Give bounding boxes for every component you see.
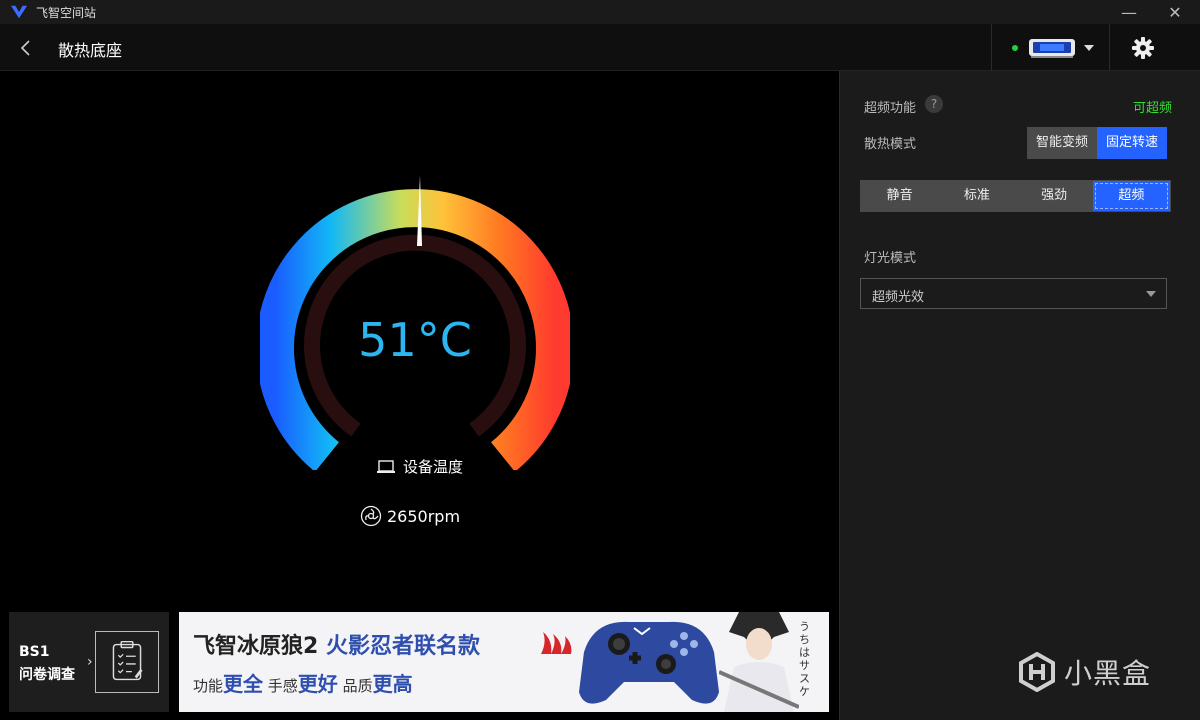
page-title: 散热底座: [58, 41, 123, 60]
banner-headline: 飞智冰原狼2 火影忍者联名款: [193, 628, 480, 660]
preset-strong[interactable]: 强劲: [1016, 181, 1093, 211]
back-button[interactable]: [14, 36, 38, 60]
gamepad-product-image: [579, 621, 719, 704]
preset-silent[interactable]: 静音: [861, 181, 938, 211]
preset-overclock[interactable]: 超频: [1092, 181, 1170, 211]
mode-smart-variable[interactable]: 智能变频: [1027, 127, 1098, 159]
dropdown-arrow-icon: [1146, 291, 1156, 297]
close-icon: ✕: [1168, 2, 1182, 22]
tagline-feature-2-bold: 更好: [297, 672, 338, 696]
minimize-icon: —: [1121, 2, 1137, 22]
light-mode-label: 灯光模式: [864, 251, 917, 266]
banner-headline-edition: 火影忍者联名款: [325, 634, 480, 659]
preset-standard[interactable]: 标准: [938, 181, 1015, 211]
device-temp-label-row: 设备温度: [376, 456, 463, 477]
watermark-text: 小黑盒: [1064, 657, 1152, 690]
fan-icon: [360, 505, 382, 527]
mode-fixed-speed[interactable]: 固定转速: [1097, 127, 1168, 159]
clipboard-icon: [95, 631, 159, 693]
banner-vertical-text: うちはサスケ: [799, 620, 810, 698]
survey-card[interactable]: BS1 问卷调查 ›: [9, 612, 169, 712]
survey-subtitle: 问卷调查: [19, 667, 75, 683]
chevron-left-icon: [20, 40, 30, 56]
character-artwork: [719, 612, 799, 712]
tagline-feature-1: 功能: [193, 677, 224, 695]
tagline-feature-2: 手感: [267, 677, 298, 695]
page-header: 散热底座: [0, 24, 1200, 71]
survey-title: BS1: [19, 644, 50, 660]
title-bar: 飞智空间站 — ✕: [0, 0, 1200, 24]
minimize-button[interactable]: —: [1106, 0, 1152, 24]
overclock-label: 超频功能: [864, 101, 917, 116]
tagline-feature-3: 品质: [342, 677, 373, 695]
laptop-icon: [377, 459, 395, 473]
settings-gear-icon[interactable]: [1130, 35, 1156, 61]
heybox-logo-icon: [1019, 652, 1055, 692]
site-watermark: 小黑盒: [1018, 652, 1151, 692]
tagline-feature-3-bold: 更高: [372, 672, 413, 696]
cooling-mode-label: 散热模式: [864, 137, 917, 152]
chevron-right-icon: ›: [87, 654, 93, 670]
cooling-mode-toggle: 智能变频 固定转速: [1027, 127, 1168, 159]
banner-tagline: 功能更全 手感更好 品质更高: [193, 668, 413, 697]
overclock-status: 可超频: [1133, 101, 1173, 116]
cooler-device-icon: [1029, 38, 1075, 58]
banner-headline-product: 飞智冰原狼2: [193, 634, 326, 659]
chevron-down-icon: [1084, 44, 1094, 51]
promo-banner[interactable]: 飞智冰原狼2 火影忍者联名款 功能更全 手感更好 品质更高 うちはサスケ: [179, 612, 829, 712]
light-mode-value: 超频光效: [872, 290, 925, 305]
tagline-feature-1-bold: 更全: [223, 672, 264, 696]
speed-preset-selector: 静音 标准 强劲 超频: [860, 180, 1171, 212]
app-title: 飞智空间站: [36, 5, 97, 20]
temperature-readout: 51°C: [358, 313, 472, 367]
connection-status-dot: [1012, 44, 1018, 51]
close-button[interactable]: ✕: [1152, 0, 1198, 24]
settings-panel: 超频功能 ? 可超频 散热模式 智能变频 固定转速 静音 标准 强劲 超频 灯光…: [839, 71, 1200, 720]
fan-speed-value: 2650rpm: [387, 506, 461, 526]
app-logo-icon: [10, 5, 28, 19]
device-switcher[interactable]: [991, 24, 1110, 71]
light-mode-select[interactable]: 超频光效: [860, 278, 1167, 309]
help-icon[interactable]: ?: [925, 95, 943, 113]
fan-speed-row: 2650rpm: [360, 505, 460, 527]
device-temp-label: 设备温度: [403, 458, 464, 476]
flame-emblem-icon: [541, 632, 572, 654]
